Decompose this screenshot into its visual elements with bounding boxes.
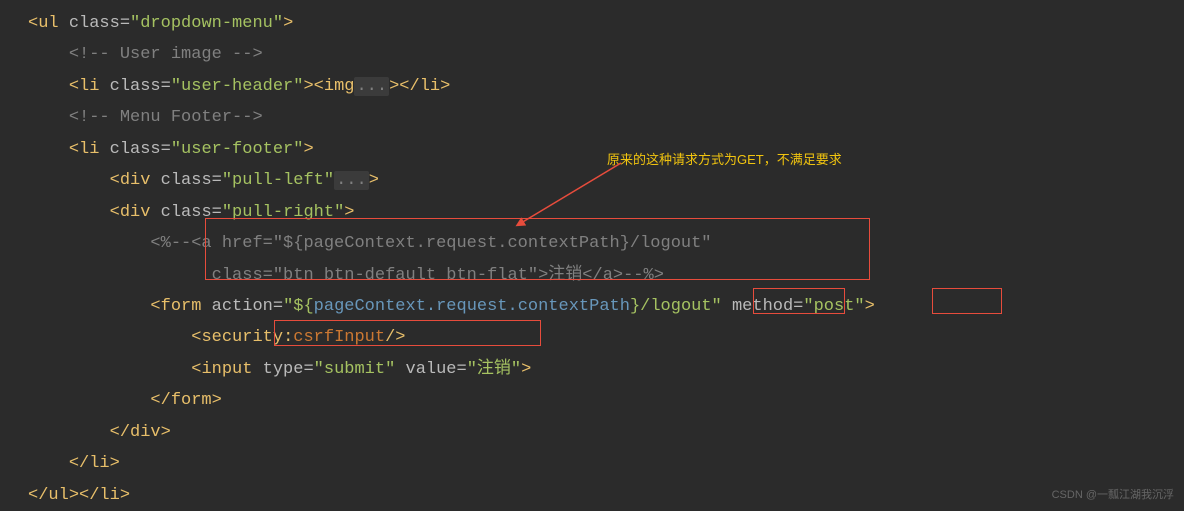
- attr-value: "dropdown-menu": [130, 14, 283, 33]
- code-line: <form action="${pageContext.request.cont…: [0, 291, 1184, 322]
- angle-bracket: <: [191, 360, 201, 379]
- angle-bracket: <: [28, 14, 38, 33]
- comment: <!-- Menu Footer-->: [69, 108, 263, 127]
- attr-name: class=: [110, 140, 171, 159]
- highlight-box-comment: [205, 218, 870, 280]
- angle-bracket: <: [110, 171, 120, 190]
- attr-value: "user-footer": [171, 140, 304, 159]
- tag-name: div: [130, 423, 161, 442]
- fold-marker[interactable]: ...: [334, 171, 369, 190]
- angle-bracket: >: [110, 454, 120, 473]
- el-open: ${: [293, 297, 313, 316]
- code-line: <!-- Menu Footer-->: [0, 102, 1184, 133]
- code-line: <security:csrfInput/>: [0, 322, 1184, 353]
- angle-bracket: <: [191, 328, 201, 347]
- angle-bracket: >: [389, 77, 399, 96]
- attr-value: "pull-left": [222, 171, 334, 190]
- tag-name: input: [201, 360, 262, 379]
- tag-name: li: [89, 454, 109, 473]
- tag-name: li: [99, 486, 119, 505]
- tag-name: ul: [48, 486, 68, 505]
- attr-name: class=: [69, 14, 130, 33]
- angle-bracket: </: [399, 77, 419, 96]
- tag-name: li: [79, 77, 110, 96]
- angle-bracket: </: [150, 391, 170, 410]
- tag-name: form: [161, 297, 212, 316]
- attr-name: value=: [406, 360, 467, 379]
- attr-name: action=: [212, 297, 283, 316]
- attr-value: /logout": [640, 297, 732, 316]
- tag-name: li: [79, 140, 110, 159]
- tag-name: div: [120, 171, 161, 190]
- highlight-box-logout: [753, 288, 845, 314]
- angle-bracket: </: [79, 486, 99, 505]
- tag-name: img: [324, 77, 355, 96]
- fold-marker[interactable]: ...: [354, 77, 389, 96]
- code-line: <input type="submit" value="注销">: [0, 354, 1184, 385]
- angle-bracket: <: [150, 297, 160, 316]
- annotation-text: 原来的这种请求方式为GET，不满足要求: [607, 148, 842, 172]
- tag-name: li: [420, 77, 440, 96]
- angle-bracket: >: [865, 297, 875, 316]
- angle-bracket: >: [161, 423, 171, 442]
- watermark: CSDN @一瓢江湖我沉浮: [1052, 485, 1174, 505]
- code-line: </ul></li>: [0, 480, 1184, 511]
- attr-name: type=: [263, 360, 314, 379]
- attr-name: class=: [110, 77, 171, 96]
- angle-bracket: >: [69, 486, 79, 505]
- attr-name: class=: [161, 171, 222, 190]
- tag-name: form: [171, 391, 212, 410]
- angle-bracket: >: [440, 77, 450, 96]
- code-line: <!-- User image -->: [0, 39, 1184, 70]
- angle-bracket: <: [110, 203, 120, 222]
- tag-name: div: [120, 203, 161, 222]
- el-close: }: [630, 297, 640, 316]
- angle-bracket: >: [521, 360, 531, 379]
- highlight-box-post: [932, 288, 1002, 314]
- tag-name: ul: [38, 14, 69, 33]
- angle-bracket: >: [212, 391, 222, 410]
- angle-bracket: <: [69, 77, 79, 96]
- angle-bracket: >: [303, 77, 313, 96]
- attr-value: "submit": [314, 360, 406, 379]
- angle-bracket: </: [110, 423, 130, 442]
- angle-bracket: >: [120, 486, 130, 505]
- comment: <!-- User image -->: [69, 45, 263, 64]
- attr-value: "注销": [467, 360, 521, 379]
- code-line: <ul class="dropdown-menu">: [0, 8, 1184, 39]
- code-line: </form>: [0, 385, 1184, 416]
- code-line: </li>: [0, 448, 1184, 479]
- angle-bracket: <: [69, 140, 79, 159]
- csrf-namespace: security: [201, 328, 283, 347]
- code-line: <li class="user-footer">: [0, 134, 1184, 165]
- code-line: <div class="pull-left"...>: [0, 165, 1184, 196]
- angle-bracket: >: [303, 140, 313, 159]
- attr-value: ": [283, 297, 293, 316]
- angle-bracket: >: [283, 14, 293, 33]
- attr-value: "user-header": [171, 77, 304, 96]
- code-line: <li class="user-header"><img...></li>: [0, 71, 1184, 102]
- code-line: </div>: [0, 417, 1184, 448]
- highlight-box-csrf: [274, 320, 541, 346]
- angle-bracket: </: [28, 486, 48, 505]
- angle-bracket: <: [314, 77, 324, 96]
- el-expr: pageContext.request.contextPath: [314, 297, 630, 316]
- angle-bracket: >: [369, 171, 379, 190]
- angle-bracket: </: [69, 454, 89, 473]
